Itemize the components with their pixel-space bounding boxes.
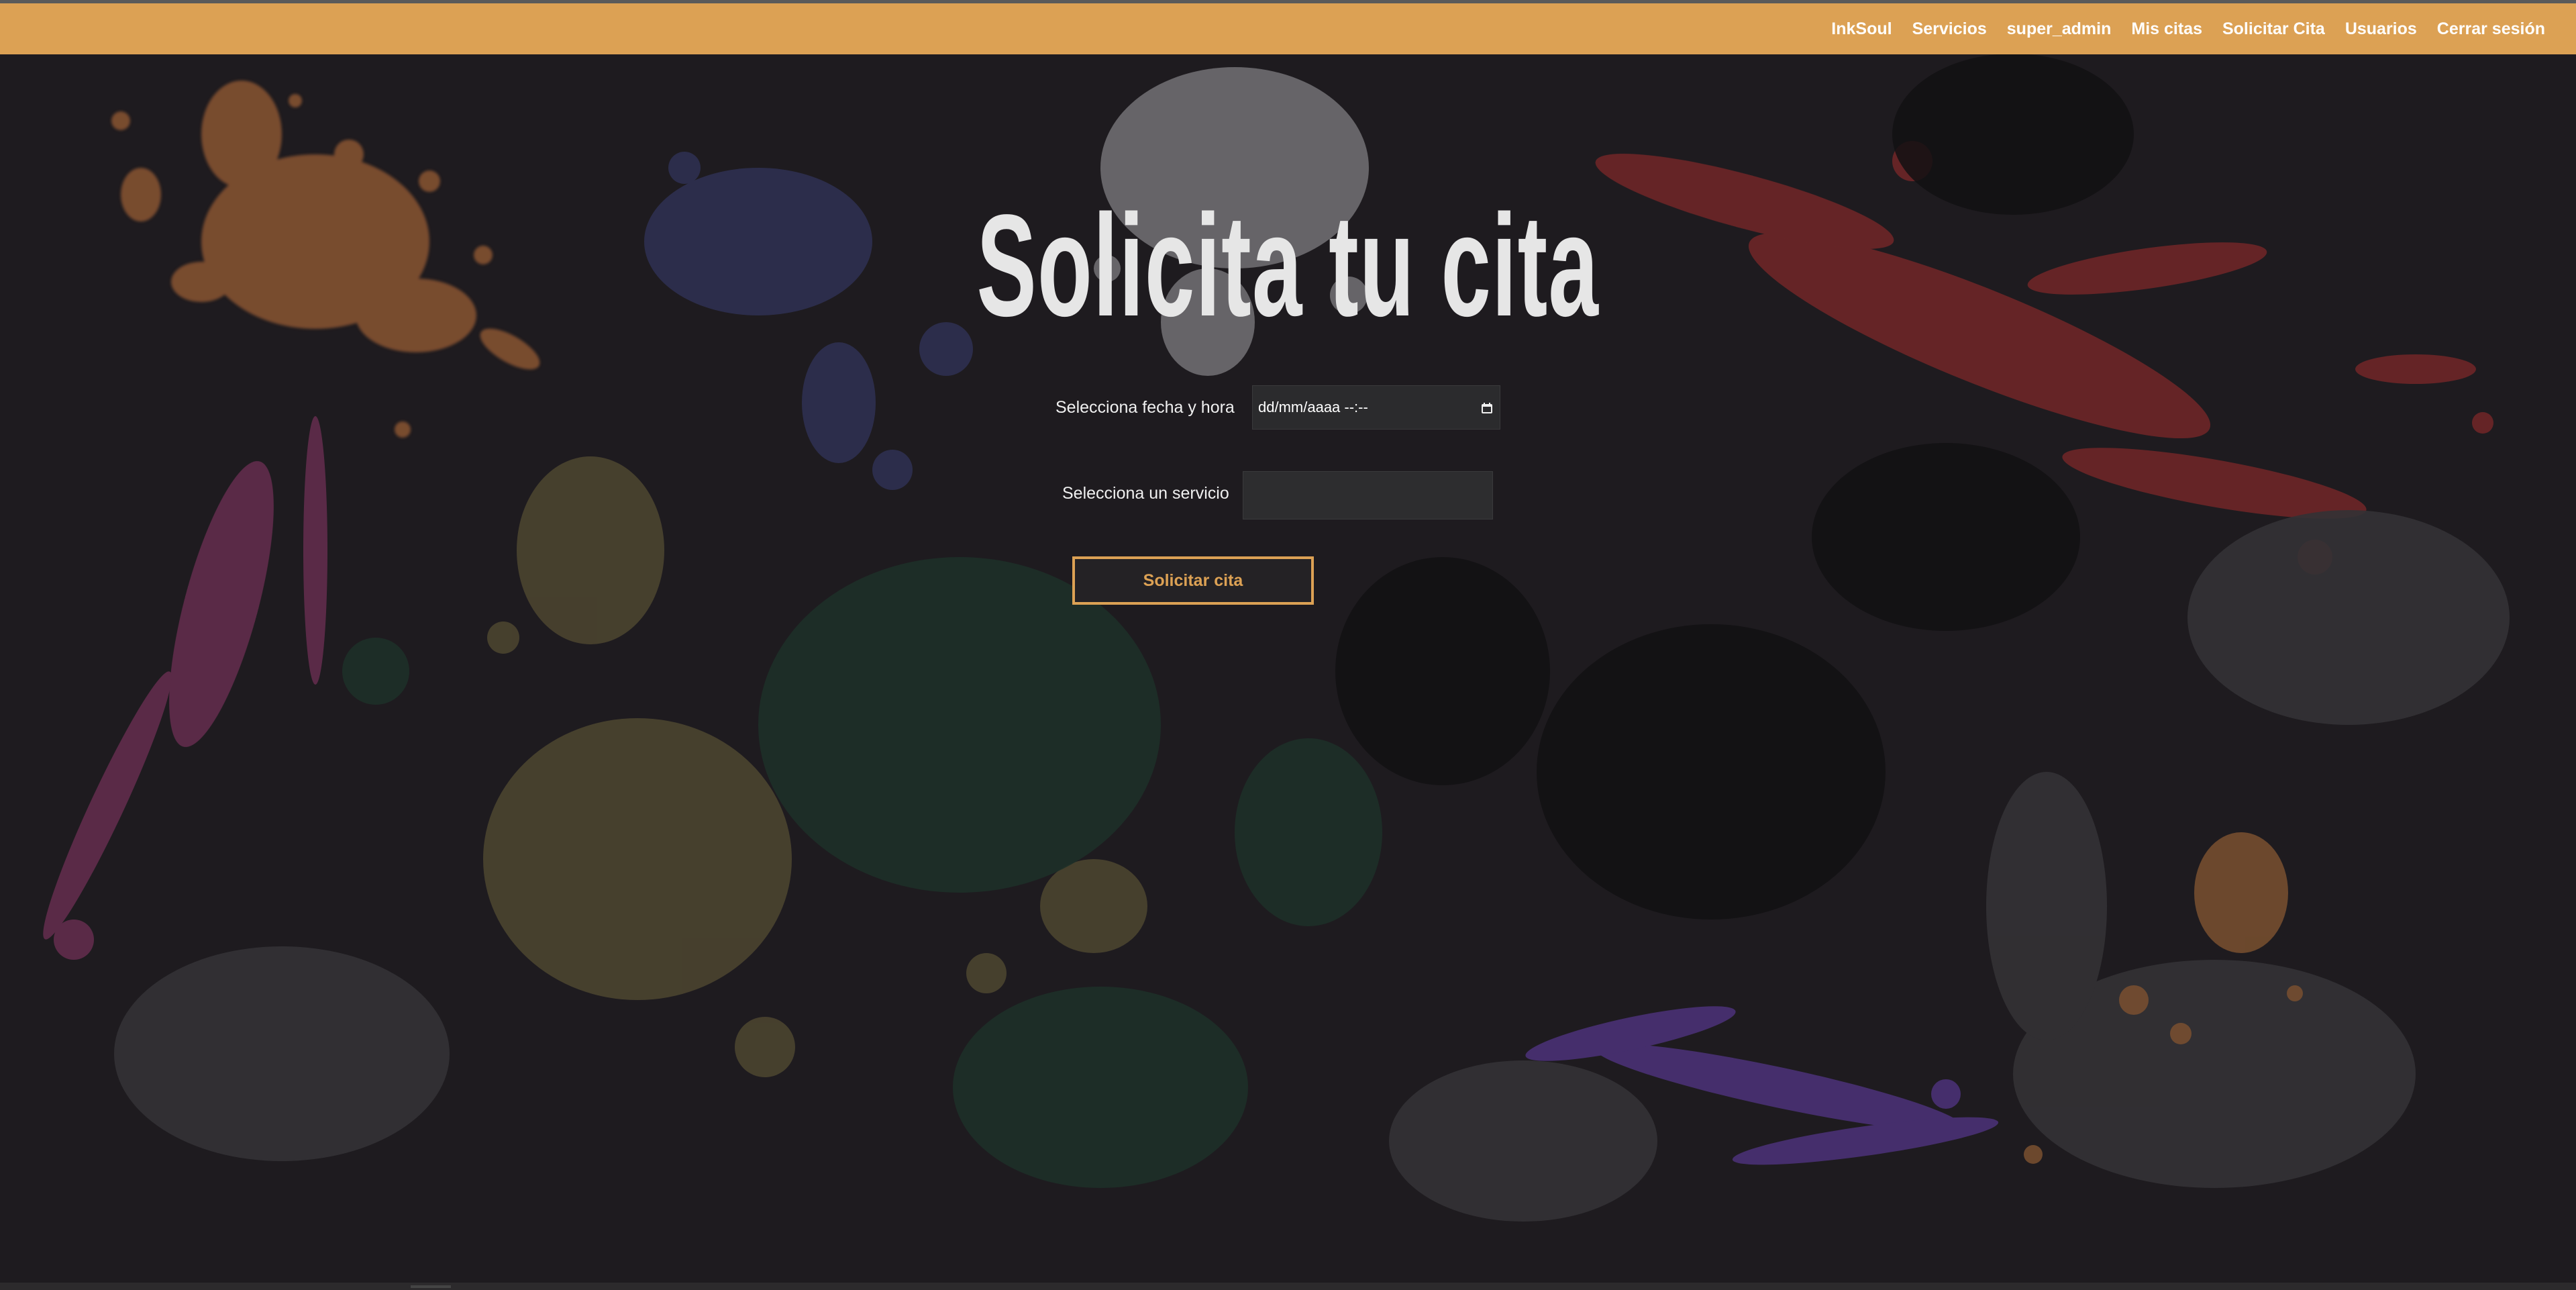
nav-links: InkSoul Servicios super_admin Mis citas … <box>1831 3 2545 54</box>
date-time-input[interactable]: dd/mm/aaaa --:-- <box>1252 385 1500 430</box>
date-label: Selecciona fecha y hora <box>1055 398 1235 417</box>
calendar-icon[interactable] <box>1481 402 1493 414</box>
horizontal-scrollbar[interactable] <box>0 1283 2576 1290</box>
service-select[interactable] <box>1243 471 1493 519</box>
nav-link-logout[interactable]: Cerrar sesión <box>2437 19 2545 39</box>
service-label: Selecciona un servicio <box>1062 484 1229 503</box>
nav-link-usuarios[interactable]: Usuarios <box>2345 19 2417 39</box>
scrollbar-thumb[interactable] <box>411 1285 451 1288</box>
nav-link-servicios[interactable]: Servicios <box>1912 19 1987 39</box>
nav-link-mis-citas[interactable]: Mis citas <box>2131 19 2202 39</box>
navbar: InkSoul Servicios super_admin Mis citas … <box>0 3 2576 54</box>
nav-link-profile[interactable]: super_admin <box>2007 19 2112 39</box>
nav-link-solicitar-cita[interactable]: Solicitar Cita <box>2222 19 2325 39</box>
page-title: Solicita tu cita <box>976 184 1600 346</box>
date-value: dd/mm/aaaa --:-- <box>1258 399 1368 415</box>
nav-link-inksoul[interactable]: InkSoul <box>1831 19 1892 39</box>
submit-appointment-button[interactable]: Solicitar cita <box>1072 556 1314 605</box>
